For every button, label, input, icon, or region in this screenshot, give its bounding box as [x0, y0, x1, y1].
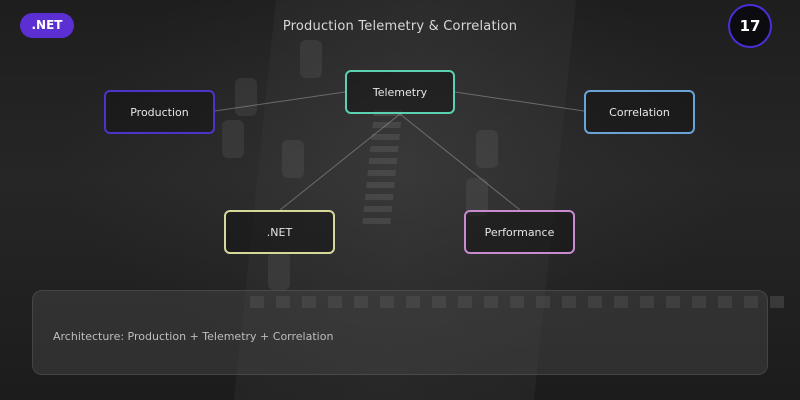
connector-telemetry-performance	[399, 113, 521, 211]
node-production: Production	[104, 90, 215, 134]
architecture-panel: Architecture: Production + Telemetry + C…	[32, 290, 768, 375]
node-label: Correlation	[609, 105, 670, 119]
node-net: .NET	[224, 210, 335, 254]
node-label: Performance	[484, 225, 555, 239]
connector-production-telemetry	[214, 91, 346, 112]
architecture-text: Architecture: Production + Telemetry + C…	[53, 330, 334, 343]
node-label: Production	[130, 105, 189, 119]
slide: .NET Production Telemetry & Correlation …	[0, 0, 800, 400]
node-label: Telemetry	[372, 85, 428, 99]
connector-telemetry-correlation	[454, 91, 585, 112]
connector-telemetry-net	[279, 113, 401, 211]
node-telemetry: Telemetry	[345, 70, 455, 114]
node-performance: Performance	[464, 210, 575, 254]
node-label: .NET	[266, 225, 293, 239]
node-correlation: Correlation	[584, 90, 695, 134]
